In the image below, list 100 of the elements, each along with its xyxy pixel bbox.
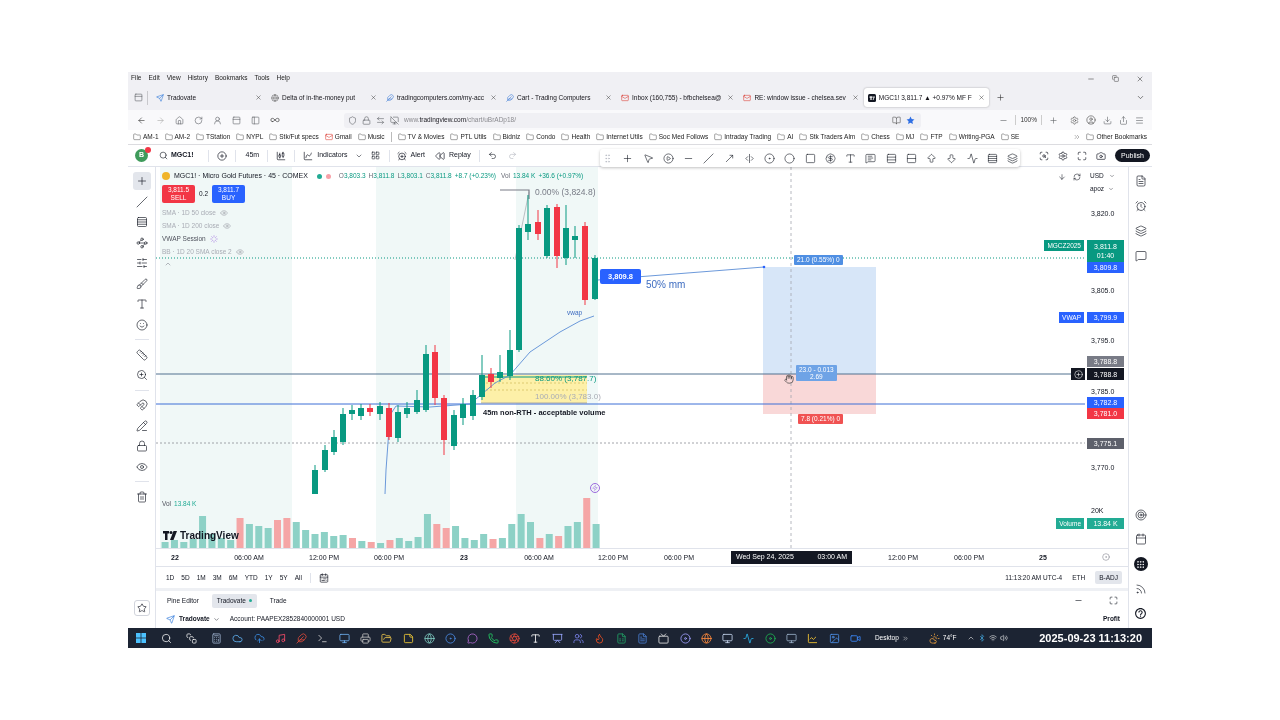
settings-icon[interactable] [1070, 115, 1079, 125]
clock-text[interactable]: 2025-09-23 11:13:20 [1039, 629, 1142, 647]
message-icon[interactable] [865, 152, 877, 164]
calendar-icon[interactable] [1134, 533, 1147, 545]
panel-icon[interactable] [232, 115, 241, 125]
search-icon[interactable] [161, 632, 172, 644]
pulse-icon[interactable] [743, 632, 755, 644]
cloud-icon[interactable] [232, 632, 244, 644]
book-icon[interactable] [892, 115, 901, 125]
new-tab-icon[interactable] [995, 93, 1005, 102]
lines-icon[interactable] [986, 152, 998, 164]
rows-icon[interactable] [905, 152, 917, 164]
help-icon[interactable] [1134, 607, 1147, 620]
circle-dot-icon[interactable] [1102, 553, 1110, 561]
chart-icon[interactable] [303, 150, 314, 161]
globe-icon[interactable] [700, 632, 712, 644]
star-icon[interactable] [906, 115, 915, 125]
rewind-icon[interactable] [434, 150, 445, 161]
maximize-icon[interactable] [1109, 596, 1118, 605]
close-icon[interactable] [1136, 74, 1144, 83]
arrow-down-icon[interactable] [946, 152, 958, 164]
menu-icon[interactable] [1135, 115, 1144, 125]
monitor-icon[interactable] [786, 632, 797, 644]
document-icon[interactable] [1134, 175, 1147, 187]
stacked-squares-icon[interactable] [186, 632, 197, 644]
speaker-icon[interactable] [999, 634, 1008, 642]
feed-icon[interactable] [1134, 583, 1147, 595]
grid-icon[interactable] [370, 151, 380, 160]
circle-dot-icon[interactable] [445, 632, 457, 644]
chevron-down-icon[interactable] [1136, 93, 1145, 102]
plus-circle-icon[interactable] [216, 150, 227, 161]
dollar-badge-icon[interactable] [824, 152, 836, 164]
spreadsheet-icon[interactable] [615, 632, 627, 644]
globe-icon[interactable] [423, 632, 435, 644]
scan-icon[interactable] [1039, 150, 1050, 161]
person-icon[interactable] [213, 115, 222, 125]
share-icon[interactable] [1119, 115, 1128, 125]
tv-icon[interactable] [658, 632, 670, 644]
fullscreen-icon[interactable] [1077, 150, 1088, 161]
chevrons-icon[interactable] [901, 634, 909, 642]
path-icon[interactable] [966, 152, 978, 164]
chat-icon[interactable] [1134, 250, 1147, 262]
circle-dot-icon[interactable] [764, 152, 775, 164]
sidebar-icon[interactable] [251, 115, 260, 125]
chevron-up-icon[interactable] [966, 634, 975, 642]
undo-icon[interactable] [487, 151, 497, 160]
download-icon[interactable] [1103, 115, 1112, 125]
profile-icon[interactable] [1086, 115, 1096, 125]
rows-icon[interactable] [885, 152, 897, 164]
zoom-in-icon[interactable] [1049, 115, 1058, 125]
ellipse-icon[interactable] [784, 152, 796, 164]
document-icon[interactable] [636, 632, 648, 644]
cloud-upload-icon[interactable] [253, 632, 265, 644]
panel-icon[interactable] [134, 93, 143, 102]
printer-icon[interactable] [360, 632, 372, 644]
music-icon[interactable] [274, 632, 286, 644]
monitor-icon[interactable] [338, 632, 350, 644]
reload-icon[interactable] [194, 115, 203, 125]
infinity-icon[interactable] [270, 115, 280, 125]
ray-icon[interactable] [723, 152, 735, 164]
layers-icon[interactable] [1134, 225, 1147, 237]
swap-icon[interactable] [376, 115, 385, 125]
arrow-up-icon[interactable] [926, 152, 937, 164]
home-icon[interactable] [175, 115, 184, 125]
play-icon[interactable] [662, 152, 674, 164]
chat-icon[interactable] [466, 632, 478, 644]
note-icon[interactable] [402, 632, 414, 644]
crosshair-icon[interactable] [622, 152, 634, 164]
close-icon[interactable] [727, 94, 735, 101]
calendar-icon[interactable] [318, 572, 329, 583]
arrow-down-icon[interactable] [1058, 173, 1066, 181]
candles-icon[interactable] [276, 150, 287, 161]
people-icon[interactable] [573, 632, 585, 644]
phone-icon[interactable] [487, 632, 499, 644]
monitor-off-icon[interactable] [390, 115, 399, 125]
rectangle-icon[interactable] [804, 152, 816, 164]
plus-circle-icon[interactable] [1071, 368, 1085, 380]
close-icon[interactable] [605, 94, 613, 101]
bluetooth-icon[interactable] [977, 634, 986, 642]
aperture-icon[interactable] [509, 632, 521, 644]
text-icon[interactable] [530, 632, 542, 644]
monitor-icon[interactable] [722, 632, 734, 644]
feather-icon[interactable] [296, 632, 308, 644]
folder-icon[interactable] [381, 632, 393, 644]
disc-icon[interactable] [679, 632, 691, 644]
close-icon[interactable] [851, 94, 859, 101]
apps-icon[interactable] [1133, 557, 1148, 571]
restore-icon[interactable] [1112, 75, 1119, 82]
lock-icon[interactable] [362, 115, 371, 125]
close-icon[interactable] [370, 94, 377, 101]
calculator-icon[interactable] [211, 632, 222, 644]
flame-icon[interactable] [594, 632, 606, 644]
wifi-icon[interactable] [988, 634, 997, 642]
settings-icon[interactable] [1058, 150, 1069, 161]
layers-icon[interactable] [1007, 152, 1018, 164]
image-icon[interactable] [828, 632, 840, 644]
target-icon[interactable] [1134, 509, 1147, 521]
terminal-icon[interactable] [317, 632, 329, 644]
close-icon[interactable] [255, 94, 262, 101]
presentation-icon[interactable] [551, 632, 563, 644]
